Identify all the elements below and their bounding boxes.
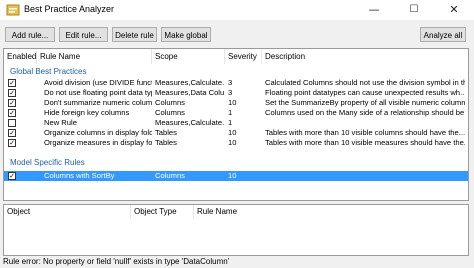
column-header-scope[interactable]: Scope — [152, 49, 225, 64]
scope-cell: Columns — [155, 98, 185, 107]
severity-cell: 3 — [228, 78, 233, 87]
table-row[interactable]: ✓Organize measures in display fold...Tab… — [4, 138, 468, 148]
group-header-global[interactable]: Global Best Practices — [10, 66, 86, 77]
minimize-icon[interactable]: — — [354, 0, 394, 20]
window-title: Best Practice Analyzer — [24, 4, 115, 14]
app-icon — [6, 4, 20, 16]
close-icon[interactable]: ✕ — [434, 0, 474, 20]
table-row[interactable]: ✓ Don't summarize numeric columns Columns 1… — [4, 98, 468, 108]
scope-cell: Measures,Calculate... — [155, 78, 225, 87]
maximize-icon[interactable]: ☐ — [394, 0, 434, 20]
add-rule-button[interactable]: Add rule... — [5, 27, 55, 42]
table-row[interactable]: ✓ Columns with SortBy Columns 10 — [4, 171, 468, 181]
status-bar: Rule error: No property or field 'nullf'… — [3, 257, 230, 266]
table-row[interactable]: New Rule Measures,Calculate... 1 — [4, 118, 468, 128]
enabled-checkbox[interactable]: ✓ — [8, 139, 16, 147]
rule-name-cell: Avoid division (use DIVIDE functi... — [44, 78, 152, 87]
edit-rule-button[interactable]: Edit rule... — [59, 27, 108, 42]
severity-cell: 10 — [228, 138, 237, 147]
scope-cell: Columns — [155, 108, 185, 117]
analyze-all-button[interactable]: Analyze all — [420, 27, 466, 42]
rule-name-cell: Columns with SortBy — [44, 171, 115, 180]
description-cell: Columns used on the Many side of a relat… — [265, 108, 465, 117]
title-bar: Best Practice Analyzer — ☐ ✕ — [0, 0, 474, 20]
column-header-object-type[interactable]: Object Type — [131, 205, 194, 219]
rule-name-cell: New Rule — [44, 118, 77, 127]
scope-cell: Measures,Calculate... — [155, 118, 225, 127]
column-header-severity[interactable]: Severity — [225, 49, 262, 64]
rule-name-cell: Do not use floating point data types — [44, 88, 152, 97]
column-header-enabled[interactable]: Enabled — [4, 49, 37, 64]
scope-cell: Tables — [155, 128, 177, 137]
enabled-checkbox[interactable] — [8, 119, 16, 127]
results-grid[interactable]: Object Object Type Rule Name — [3, 204, 469, 256]
rule-name-cell: Don't summarize numeric columns — [44, 98, 152, 107]
description-cell: Floating point datatypes can cause unexp… — [265, 88, 465, 97]
severity-cell: 10 — [228, 171, 237, 180]
rule-name-cell: Organize measures in display fold... — [44, 138, 152, 147]
column-header-rule-name[interactable]: Rule Name — [37, 49, 152, 64]
rule-name-cell: Organize columns in display folders — [44, 128, 152, 137]
enabled-checkbox[interactable]: ✓ — [8, 99, 16, 107]
table-row[interactable]: ✓ Hide foreign key columns Columns 1 Columns… — [4, 108, 468, 118]
severity-cell: 1 — [228, 118, 233, 127]
description-cell: Calculated Columns should not use the di… — [265, 78, 465, 87]
severity-cell: 3 — [228, 88, 233, 97]
scope-cell: Tables — [155, 138, 177, 147]
make-global-button[interactable]: Make global — [161, 27, 211, 42]
delete-rule-button[interactable]: Delete rule — [112, 27, 157, 42]
column-header-object[interactable]: Object — [4, 205, 131, 219]
column-header-description[interactable]: Description — [262, 49, 468, 64]
scope-cell: Columns — [155, 171, 185, 180]
enabled-checkbox[interactable]: ✓ — [8, 89, 16, 97]
description-cell: Tables with more than 10 visible columns… — [265, 128, 465, 137]
rules-grid[interactable]: Enabled Rule Name Scope Severity Descrip… — [3, 48, 469, 201]
description-cell: Tables with more than 10 visible measure… — [265, 138, 465, 147]
enabled-checkbox[interactable]: ✓ — [8, 109, 16, 117]
description-cell: Set the SummarizeBy property of all visi… — [265, 98, 465, 107]
severity-cell: 1 — [228, 108, 233, 117]
table-row[interactable]: ✓ Organize columns in display folders Tabl… — [4, 128, 468, 138]
column-header-rule-name-results[interactable]: Rule Name — [194, 205, 468, 219]
group-header-model[interactable]: Model Specific Rules — [10, 157, 85, 168]
enabled-checkbox[interactable]: ✓ — [8, 79, 16, 87]
table-row[interactable]: ✓ Do not use floating point data types Mea… — [4, 88, 468, 98]
enabled-checkbox[interactable]: ✓ — [8, 172, 16, 180]
severity-cell: 10 — [228, 98, 237, 107]
severity-cell: 10 — [228, 128, 237, 137]
rule-name-cell: Hide foreign key columns — [44, 108, 130, 117]
enabled-checkbox[interactable]: ✓ — [8, 129, 16, 137]
table-row[interactable]: ✓ Avoid division (use DIVIDE functi... Mea… — [4, 78, 468, 88]
scope-cell: Measures,Data Colu... — [155, 88, 225, 97]
